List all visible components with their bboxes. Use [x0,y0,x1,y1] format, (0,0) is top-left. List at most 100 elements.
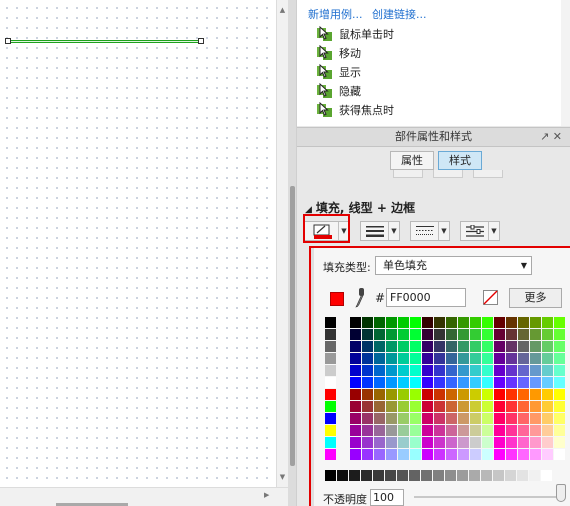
create-link-link[interactable]: 创建链接... [372,8,427,21]
color-swatch[interactable] [530,365,541,376]
color-swatch[interactable] [458,437,469,448]
horizontal-line-widget[interactable] [5,38,204,45]
fill-type-select[interactable]: 单色填充 ▼ [375,256,532,275]
color-swatch[interactable] [434,425,445,436]
color-swatch[interactable] [494,353,505,364]
color-swatch[interactable] [325,317,336,328]
color-swatch[interactable] [530,389,541,400]
color-swatch[interactable] [362,341,373,352]
color-swatch[interactable] [374,377,385,388]
color-swatch[interactable] [530,449,541,460]
color-swatch[interactable] [482,329,493,340]
color-swatch[interactable] [386,353,397,364]
color-swatch[interactable] [506,341,517,352]
color-swatch[interactable] [410,437,421,448]
color-swatch[interactable] [422,365,433,376]
color-swatch[interactable] [410,377,421,388]
color-swatch[interactable] [325,413,336,424]
color-swatch[interactable] [350,317,361,328]
color-swatch[interactable] [362,401,373,412]
resize-handle-left[interactable] [5,38,11,44]
color-swatch[interactable] [434,365,445,376]
color-swatch[interactable] [482,389,493,400]
color-swatch[interactable] [446,341,457,352]
color-swatch[interactable] [374,353,385,364]
color-swatch[interactable] [494,365,505,376]
color-swatch[interactable] [446,449,457,460]
color-swatch[interactable] [554,425,565,436]
color-swatch[interactable] [362,377,373,388]
color-swatch[interactable] [458,449,469,460]
color-swatch[interactable] [542,425,553,436]
hex-color-input[interactable]: FF0000 [386,288,466,307]
color-swatch[interactable] [458,401,469,412]
color-swatch[interactable] [398,341,409,352]
color-swatch[interactable] [554,449,565,460]
line-style-button[interactable]: ▼ [410,221,450,241]
color-swatch[interactable] [374,389,385,400]
color-swatch[interactable] [410,365,421,376]
color-swatch[interactable] [482,317,493,328]
color-swatch[interactable] [506,389,517,400]
color-swatch[interactable] [350,377,361,388]
color-swatch[interactable] [458,377,469,388]
expand-icon[interactable]: ↗ ✕ [540,128,562,146]
grayscale-swatch[interactable] [469,470,480,481]
color-swatch[interactable] [446,425,457,436]
color-swatch[interactable] [494,413,505,424]
color-swatch[interactable] [410,341,421,352]
color-swatch[interactable] [362,437,373,448]
color-swatch[interactable] [410,425,421,436]
color-swatch[interactable] [386,377,397,388]
color-swatch[interactable] [530,437,541,448]
color-swatch[interactable] [530,317,541,328]
color-swatch[interactable] [506,449,517,460]
color-swatch[interactable] [386,425,397,436]
color-swatch[interactable] [374,437,385,448]
line-weight-button[interactable]: ▼ [360,221,400,241]
color-swatch[interactable] [386,449,397,460]
grayscale-swatch[interactable] [397,470,408,481]
color-swatch[interactable] [434,437,445,448]
color-swatch[interactable] [374,401,385,412]
color-swatch[interactable] [493,388,506,401]
scroll-right-arrow-icon[interactable]: ▶ [264,491,269,499]
color-swatch[interactable] [386,365,397,376]
color-swatch[interactable] [410,413,421,424]
line-widget-body[interactable] [7,40,202,43]
color-swatch[interactable] [446,401,457,412]
color-swatch[interactable] [470,329,481,340]
color-swatch[interactable] [470,341,481,352]
color-swatch[interactable] [434,377,445,388]
no-color-icon[interactable] [483,290,498,308]
color-swatch[interactable] [434,341,445,352]
color-swatch[interactable] [325,425,336,436]
color-swatch[interactable] [386,437,397,448]
color-swatch[interactable] [518,317,529,328]
color-swatch[interactable] [446,413,457,424]
color-swatch[interactable] [470,449,481,460]
color-swatch[interactable] [398,317,409,328]
color-swatch[interactable] [554,329,565,340]
event-item-focus[interactable]: 获得焦点时 [317,100,394,119]
color-swatch[interactable] [374,317,385,328]
opacity-slider-thumb[interactable] [556,484,566,502]
color-swatch[interactable] [398,401,409,412]
color-swatch[interactable] [530,401,541,412]
color-swatch[interactable] [386,317,397,328]
scroll-down-arrow-icon[interactable]: ▼ [277,473,288,481]
color-swatch[interactable] [434,449,445,460]
grayscale-swatch[interactable] [505,470,516,481]
color-swatch[interactable] [458,365,469,376]
color-swatch[interactable] [542,329,553,340]
color-swatch[interactable] [446,377,457,388]
color-swatch[interactable] [458,413,469,424]
color-swatch[interactable] [554,401,565,412]
color-swatch[interactable] [386,329,397,340]
color-swatch[interactable] [398,353,409,364]
color-swatch[interactable] [350,425,361,436]
color-swatch[interactable] [362,449,373,460]
color-swatch[interactable] [410,329,421,340]
color-swatch[interactable] [458,329,469,340]
color-swatch[interactable] [398,413,409,424]
